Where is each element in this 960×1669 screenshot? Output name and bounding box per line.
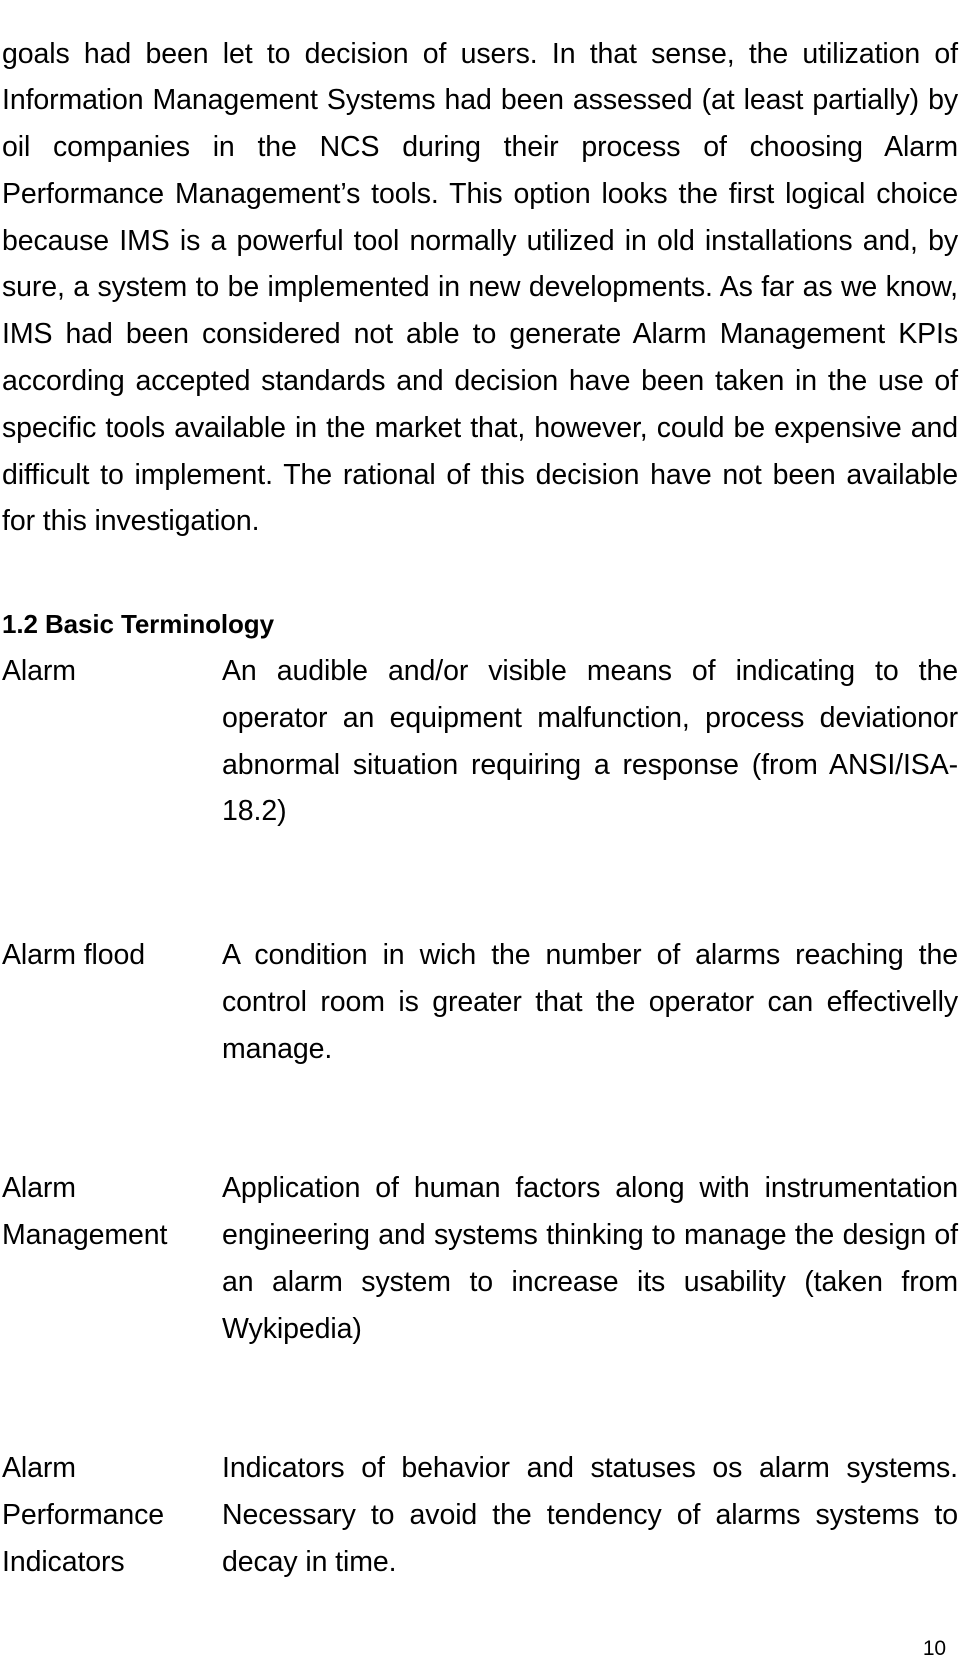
- glossary-definition: A condition in wich the number of alarms…: [222, 938, 958, 1065]
- glossary-term: Alarm flood: [2, 938, 146, 971]
- glossary-entry-alarm-management: Alarm Management Application of human fa…: [2, 1165, 958, 1399]
- section-heading: 1.2 Basic Terminology: [2, 608, 274, 639]
- body-paragraph: goals had been let to decision of users.…: [2, 37, 958, 538]
- glossary-definition: Application of human factors along with …: [222, 1172, 958, 1345]
- glossary-entry-alarm-flood: Alarm flood A condition in wich the numb…: [2, 932, 958, 1119]
- glossary-entry-alarm: Alarm An audible and/or visible means of…: [2, 648, 958, 882]
- glossary-term: Alarm Performance Indicators: [2, 1452, 165, 1578]
- glossary-entry-alarm-performance-indicators: Alarm Performance Indicators Indicators …: [2, 1445, 958, 1585]
- document-page: goals had been let to decision of users.…: [0, 0, 960, 1669]
- glossary-definition: Indicators of behavior and statuses os a…: [222, 1452, 958, 1578]
- glossary-term: Alarm Management: [2, 1172, 168, 1251]
- glossary-spacer: [2, 1119, 958, 1165]
- glossary-spacer: [2, 882, 958, 932]
- page-number: 10: [922, 1637, 946, 1660]
- glossary-term: Alarm: [2, 655, 76, 687]
- glossary-list: Alarm An audible and/or visible means of…: [2, 648, 958, 1586]
- glossary-spacer: [2, 1399, 958, 1445]
- glossary-definition: An audible and/or visible means of indic…: [222, 655, 958, 828]
